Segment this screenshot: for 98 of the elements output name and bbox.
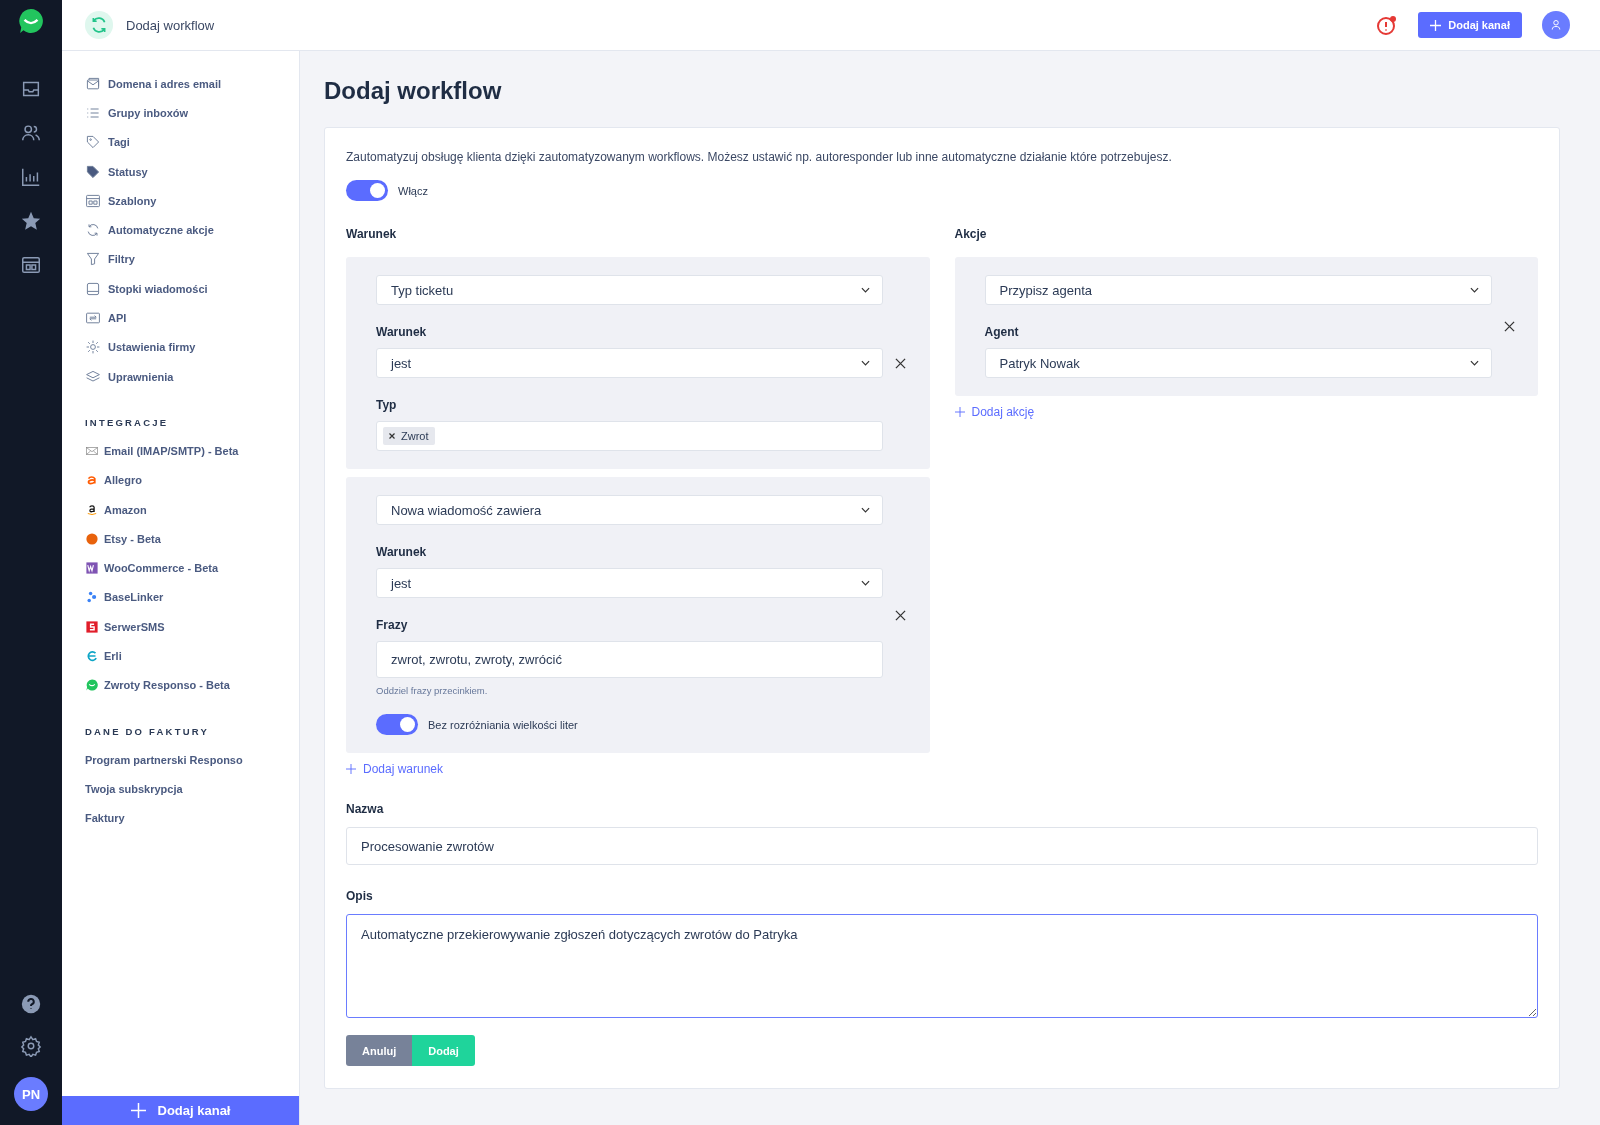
sidebar-item[interactable]: BaseLinker: [85, 582, 299, 613]
plus-icon: [130, 1103, 146, 1118]
select-field[interactable]: jest: [376, 568, 883, 598]
sidebar-item[interactable]: API: [85, 303, 299, 333]
sidebar-item[interactable]: Email (IMAP/SMTP) - Beta: [85, 436, 299, 466]
gear-icon: [85, 339, 101, 356]
logo-icon: [18, 8, 44, 34]
bar-chart-icon[interactable]: [20, 166, 42, 188]
templates-icon[interactable]: [20, 254, 42, 276]
footer-icon: [85, 280, 101, 297]
add-action-link[interactable]: Dodaj akcję: [954, 405, 1035, 419]
sidebar-item[interactable]: Zwroty Responso - Beta: [85, 670, 299, 700]
sidebar-item[interactable]: Grupy inboxów: [85, 98, 299, 128]
toggle-label: Włącz: [398, 184, 428, 197]
refresh-icon: [85, 222, 101, 239]
logo-icon: [85, 649, 99, 663]
sidebar-item[interactable]: Program partnerski Responso: [85, 744, 299, 775]
user-avatar[interactable]: [1542, 11, 1570, 39]
close-icon[interactable]: [895, 609, 906, 621]
sidebar-item[interactable]: Erli: [85, 641, 299, 671]
sidebar-item[interactable]: Ustawienia firmy: [85, 332, 299, 362]
field-label: Agent: [984, 325, 1020, 339]
add-channel-button[interactable]: Dodaj kanał: [1418, 12, 1522, 38]
field-label: Warunek: [346, 227, 398, 241]
logo-icon: [85, 590, 99, 605]
select-field[interactable]: Nowa wiadomość zawiera: [376, 495, 883, 525]
sync-icon: [84, 10, 114, 40]
sidebar-item[interactable]: Allegro: [85, 465, 299, 495]
field-label: Akcje: [954, 227, 988, 241]
chevron-down-icon: [1469, 360, 1479, 366]
tag-input-field[interactable]: Zwrot: [376, 421, 883, 451]
description-text: Zautomatyzuj obsługę klienta dzięki zautomatyzowanym workflows. Możesz ustawić np. autoresponder lub inne automatyczne działanie które potrzebujesz.: [346, 150, 1173, 164]
sidebar-item[interactable]: Etsy - Beta: [85, 524, 299, 554]
field-label: Nazwa: [346, 802, 385, 816]
logo-icon: [85, 619, 99, 634]
plus-icon: [1430, 19, 1442, 31]
sidebar-item[interactable]: Faktury: [85, 803, 299, 833]
chevron-down-icon: [861, 580, 870, 586]
sidebar-item[interactable]: Domena i adres email: [85, 69, 299, 99]
enable-toggle[interactable]: [346, 180, 388, 201]
toggle-label: Bez rozróżniania wielkości liter: [428, 718, 578, 731]
sidebar-item[interactable]: Tagi: [85, 127, 299, 157]
api-icon: [85, 310, 101, 326]
envelope-icon: [85, 75, 101, 92]
select-field[interactable]: Patryk Nowak: [984, 348, 1492, 378]
star-icon[interactable]: [20, 210, 42, 232]
chevron-down-icon: [1469, 287, 1479, 293]
phrases-input-field[interactable]: zwrot, zwrotu, zwroty, zwrócić: [376, 641, 883, 678]
settings-icon[interactable]: [20, 1035, 42, 1057]
plus-icon: [954, 407, 965, 417]
section-heading: DANE DO FAKTURY: [85, 725, 210, 737]
tag-icon: [85, 134, 101, 151]
sidebar-item[interactable]: Amazon: [85, 494, 299, 525]
chevron-down-icon: [861, 287, 870, 293]
sidebar-item[interactable]: Statusy: [85, 156, 299, 187]
filter-icon: [85, 251, 101, 268]
hint-text: Oddziel frazy przecinkiem.: [376, 685, 489, 696]
cancel-button[interactable]: Anuluj: [346, 1035, 413, 1066]
chevron-down-icon: [861, 507, 870, 513]
description-textarea[interactable]: Automatyczne przekierowywanie zgłoszeń dotyczących zwrotów do Patryka: [346, 914, 1538, 1018]
sidebar-item[interactable]: Uprawnienia: [85, 361, 299, 392]
logo-icon: [85, 561, 99, 576]
case-toggle[interactable]: [376, 714, 418, 735]
page-title: Dodaj workflow: [126, 17, 215, 33]
close-icon[interactable]: [895, 357, 906, 369]
sidebar-item[interactable]: Szablony: [85, 186, 299, 216]
add-channel-button[interactable]: Dodaj kanał: [62, 1096, 299, 1125]
tag-icon: [85, 163, 101, 180]
help-icon[interactable]: [20, 993, 42, 1015]
chevron-down-icon: [861, 360, 870, 366]
select-field[interactable]: Typ ticketu: [376, 275, 883, 305]
template-icon: [85, 192, 101, 209]
field-label: Frazy: [376, 618, 409, 632]
close-icon[interactable]: [1503, 321, 1515, 332]
select-field[interactable]: jest: [376, 348, 883, 378]
field-label: Warunek: [376, 325, 428, 339]
sidebar-item[interactable]: Stopki wiadomości: [85, 274, 299, 304]
field-label: Opis: [346, 889, 374, 903]
plus-icon: [346, 764, 356, 774]
section-heading: INTEGRACJE: [85, 417, 170, 429]
select-field[interactable]: Przypisz agenta: [984, 275, 1492, 305]
field-label: Warunek: [376, 545, 428, 559]
logo-icon: [85, 678, 99, 693]
logo-icon: [85, 502, 99, 517]
logo-icon: [85, 531, 99, 546]
sidebar-item[interactable]: Twoja subskrypcja: [85, 774, 299, 804]
page-heading: Dodaj workflow: [324, 76, 503, 106]
remove-icon[interactable]: [389, 433, 395, 439]
name-input-field[interactable]: Procesowanie zwrotów: [346, 827, 1538, 865]
user-avatar[interactable]: PN: [14, 1077, 48, 1111]
field-label: Typ: [376, 398, 398, 412]
sidebar-item[interactable]: WooCommerce - Beta: [85, 553, 299, 583]
sidebar-item[interactable]: Filtry: [85, 244, 299, 275]
alert-icon[interactable]: [1376, 14, 1399, 36]
add-condition-link[interactable]: Dodaj warunek: [346, 762, 444, 776]
sidebar-item[interactable]: SerwerSMS: [85, 612, 299, 642]
tag-chip[interactable]: Zwrot: [383, 427, 435, 445]
sidebar-item[interactable]: Automatyczne akcje: [85, 215, 299, 245]
